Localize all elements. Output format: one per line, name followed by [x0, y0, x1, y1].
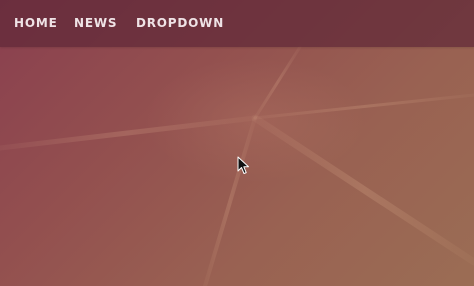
nav-home-link[interactable]: HOME — [14, 16, 58, 30]
nav-news-link[interactable]: NEWS — [74, 16, 117, 30]
top-navbar: HOME NEWS DROPDOWN — [0, 0, 474, 47]
nav-dropdown-link[interactable]: DROPDOWN — [136, 16, 224, 30]
mouse-pointer-icon — [237, 156, 249, 174]
